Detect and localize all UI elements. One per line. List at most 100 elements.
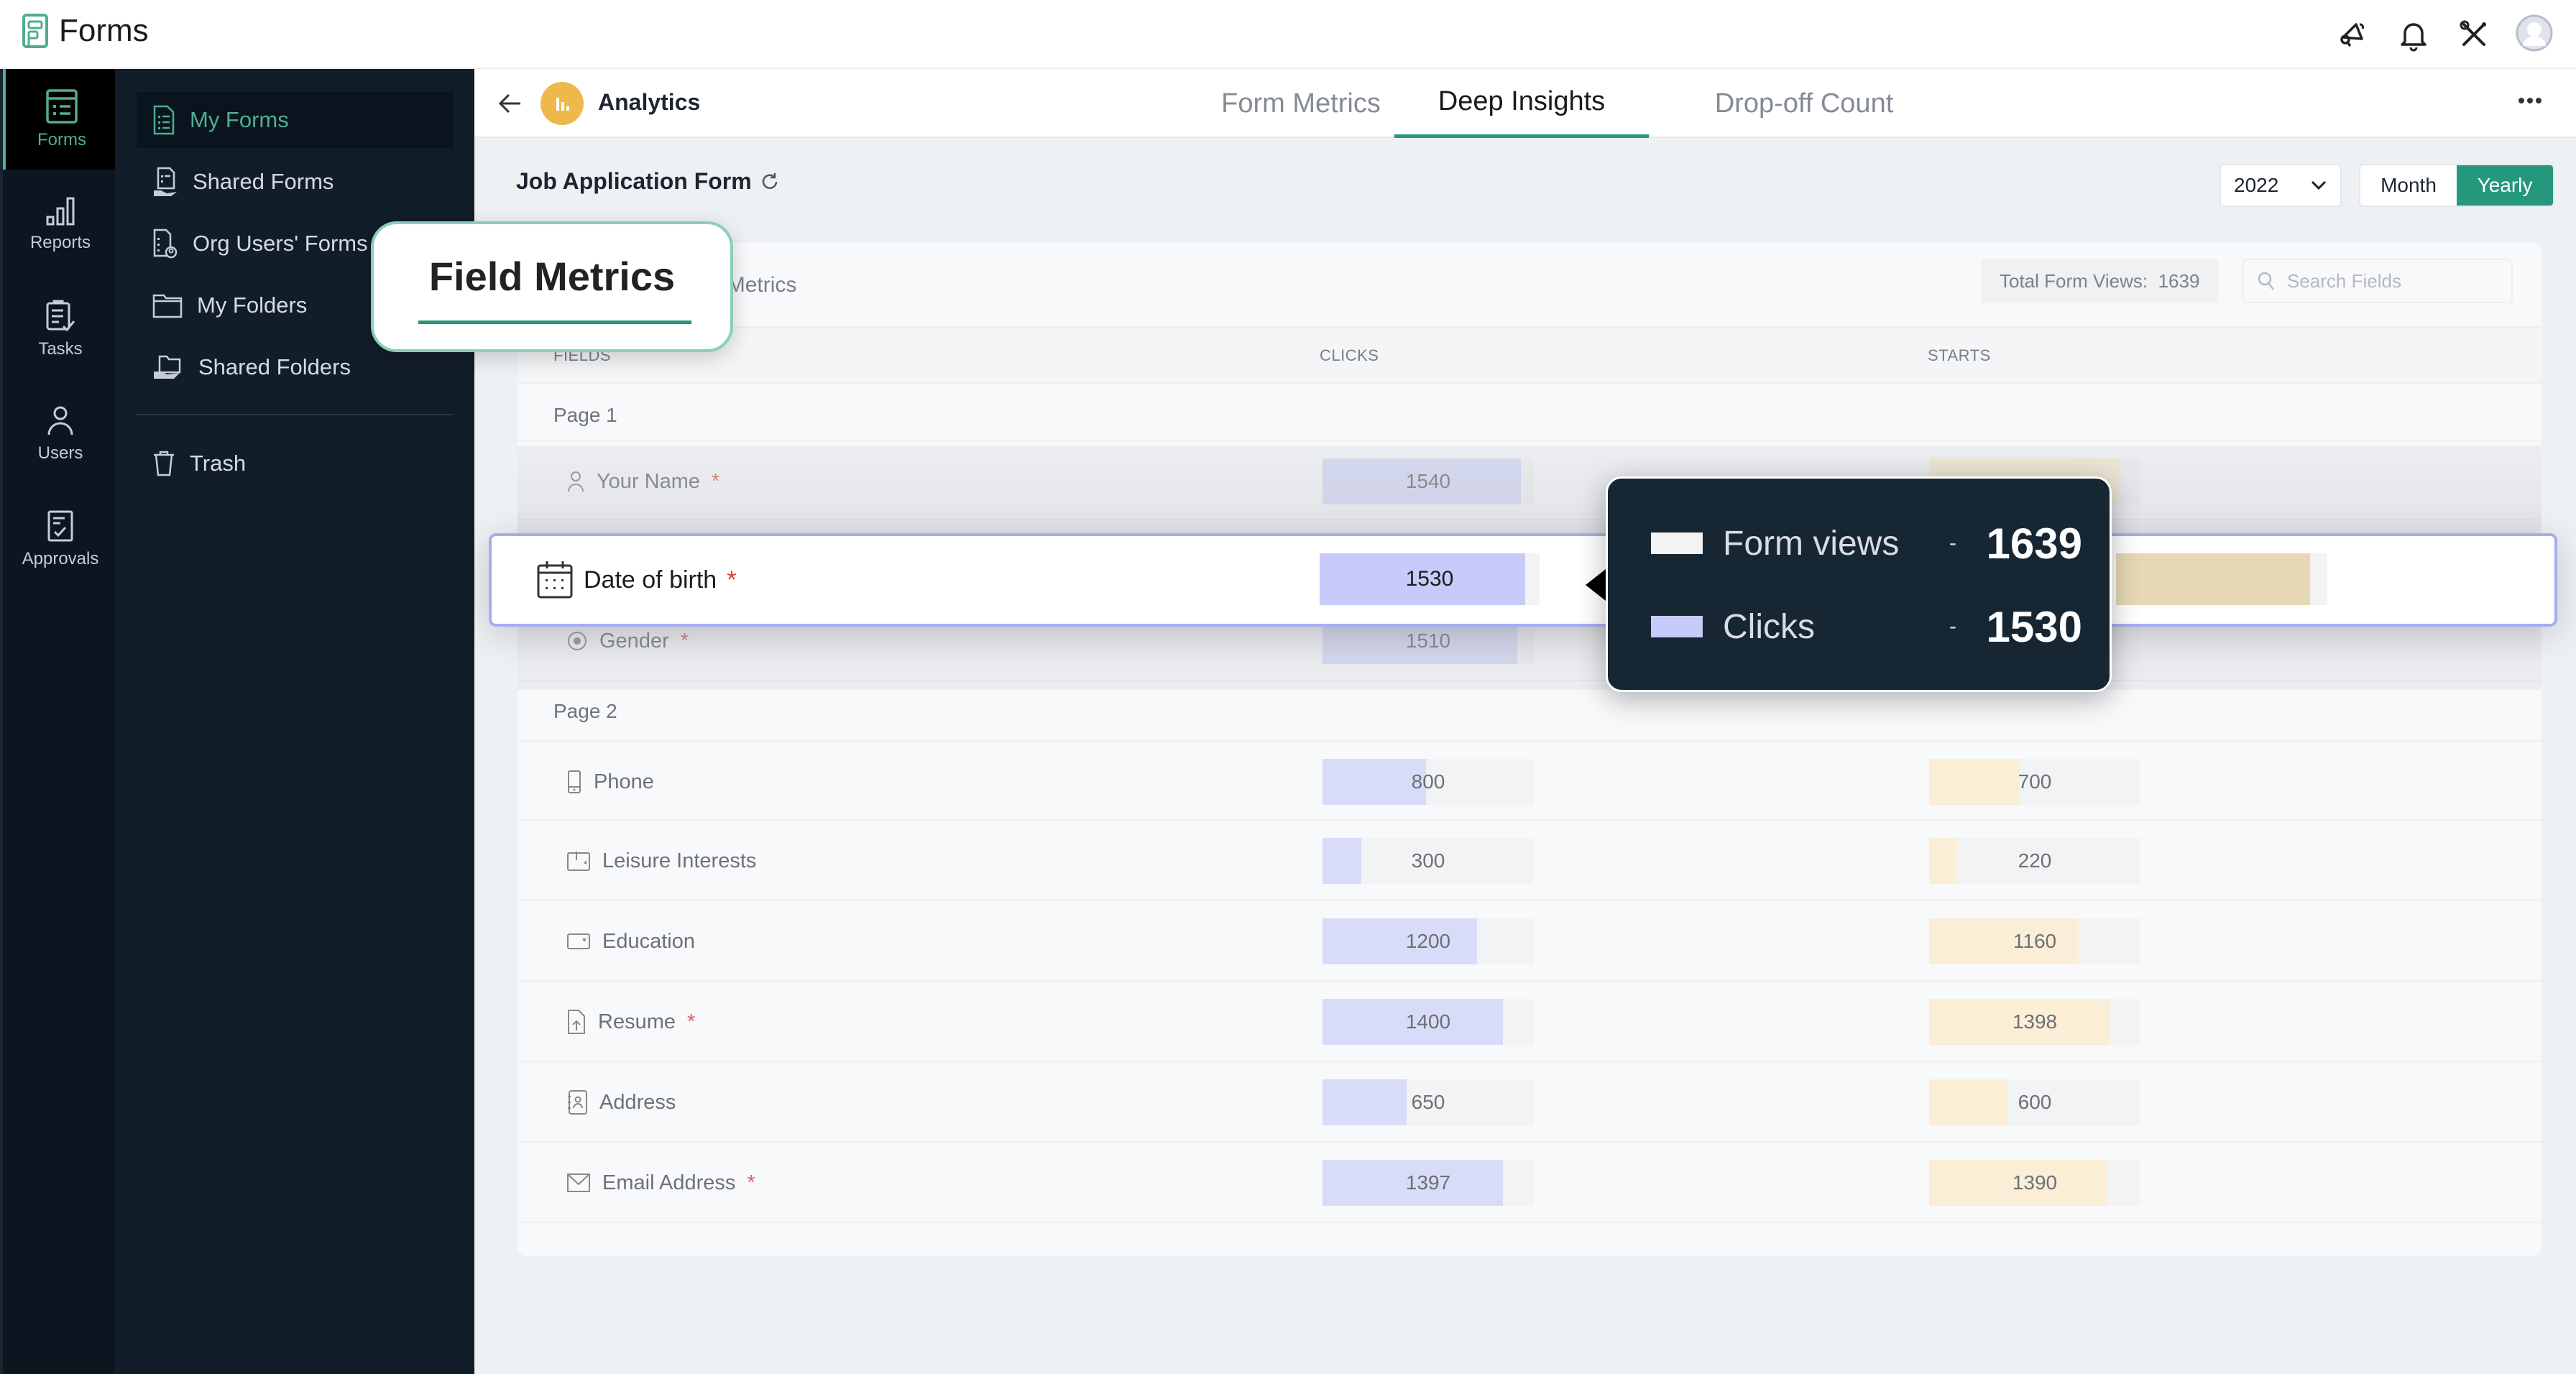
rail-label: Forms <box>37 130 86 149</box>
year-value: 2022 <box>2234 174 2279 196</box>
sidebar-item-label: Org Users' Forms <box>193 231 368 256</box>
phone-icon <box>566 770 582 794</box>
tooltip-value: 1530 <box>1986 602 2082 651</box>
clicks-value: 1397 <box>1405 1171 1451 1194</box>
rail-item-reports[interactable]: Reports <box>3 174 118 275</box>
rail-item-tasks[interactable]: Tasks <box>3 279 118 379</box>
legend-swatch <box>1651 616 1703 637</box>
starts-bar: 1160 <box>1929 918 2140 964</box>
table-row[interactable]: Phone 800 700 <box>518 740 2542 821</box>
app-name: Forms <box>59 13 149 48</box>
tab-deep-insights[interactable]: Deep Insights <box>1394 69 1649 138</box>
announcement-icon[interactable] <box>2336 17 2370 52</box>
search-fields-input[interactable]: Search Fields <box>2242 259 2513 303</box>
trash-icon <box>152 449 175 478</box>
tools-icon[interactable] <box>2457 17 2491 52</box>
shared-forms-icon <box>152 166 178 198</box>
starts-value: 1160 <box>2012 930 2057 952</box>
clicks-bar: 1530 <box>1320 553 1540 605</box>
metrics-tooltip: Form views - 1639 Clicks - 1530 <box>1606 476 2112 692</box>
total-form-views: Total Form Views: 1639 <box>1981 259 2219 303</box>
analytics-header: Analytics Form Metrics Deep Insights Dro… <box>474 69 2576 138</box>
sidebar-item-trash[interactable]: Trash <box>137 435 453 492</box>
rail-label: Reports <box>29 233 91 252</box>
period-yearly-button[interactable]: Yearly <box>2457 165 2553 206</box>
field-name: Email Address <box>602 1171 736 1194</box>
dropdown-field-icon <box>566 933 591 950</box>
required-mark: * <box>747 1171 755 1194</box>
rail-item-users[interactable]: Users <box>3 384 118 484</box>
calendar-icon <box>536 560 574 600</box>
brand[interactable]: Forms <box>22 13 149 49</box>
highlighted-field-row[interactable]: Date of birth * 1530 <box>489 533 2557 627</box>
back-arrow-icon[interactable] <box>496 89 525 118</box>
address-icon <box>566 1089 588 1115</box>
top-header: Forms <box>0 0 2576 69</box>
notification-bell-icon[interactable] <box>2396 17 2431 52</box>
search-placeholder: Search Fields <box>2287 269 2401 292</box>
field-metrics-card: ge Metrics Total Form Views: 1639 Search… <box>518 243 2542 1256</box>
table-row[interactable]: Resume * 1400 1398 <box>518 982 2542 1062</box>
clicks-value: 1400 <box>1405 1010 1451 1033</box>
clicks-value: 1200 <box>1405 930 1451 952</box>
table-row[interactable]: Email Address * 1397 1390 <box>518 1143 2542 1223</box>
field-metrics-callout[interactable]: Field Metrics <box>371 221 733 352</box>
forms-icon <box>45 88 78 124</box>
field-name: Phone <box>594 770 654 793</box>
file-upload-icon <box>566 1009 586 1035</box>
tasks-icon <box>45 299 76 333</box>
page-label: Page 2 <box>553 700 617 722</box>
column-header-starts[interactable]: STARTS <box>1928 346 1991 365</box>
field-name: Leisure Interests <box>602 849 757 872</box>
sidebar-item-label: Trash <box>190 451 247 476</box>
table-row[interactable]: Leisure Interests 300 220 <box>518 821 2542 901</box>
more-options-icon[interactable] <box>2517 95 2543 106</box>
sidebar-item-my-forms[interactable]: My Forms <box>137 92 453 148</box>
period-month-button[interactable]: Month <box>2360 165 2457 206</box>
refresh-icon[interactable] <box>759 171 781 193</box>
folder-icon <box>152 292 183 318</box>
table-row[interactable]: Education 1200 1160 <box>518 901 2542 982</box>
column-header-clicks[interactable]: CLICKS <box>1320 346 1379 365</box>
form-title: Job Application Form <box>516 168 781 195</box>
clicks-bar: 1397 <box>1322 1160 1534 1206</box>
clicks-bar: 650 <box>1322 1079 1534 1125</box>
clicks-bar: 1200 <box>1322 918 1534 964</box>
sidebar-item-label: My Folders <box>197 292 308 318</box>
starts-bar: 220 <box>1929 838 2140 884</box>
starts-bar: 700 <box>1929 759 2140 805</box>
tab-form-metrics[interactable]: Form Metrics <box>1172 69 1430 138</box>
my-forms-icon <box>152 104 175 136</box>
clicks-bar: 300 <box>1322 838 1534 884</box>
tooltip-pointer <box>1586 569 1606 601</box>
tooltip-value: 1639 <box>1986 519 2082 568</box>
rail-item-forms[interactable]: Forms <box>3 69 118 170</box>
table-header: FIELDS CLICKS STARTS <box>518 326 2542 384</box>
user-avatar[interactable] <box>2516 14 2553 52</box>
rail-label: Users <box>37 443 83 463</box>
analytics-icon <box>540 82 584 125</box>
required-mark: * <box>712 469 720 493</box>
tooltip-separator: - <box>1949 614 1956 638</box>
users-icon <box>45 405 76 438</box>
rail-item-approvals[interactable]: Approvals <box>3 489 118 589</box>
field-name: Resume <box>598 1010 676 1033</box>
sidebar-item-shared-forms[interactable]: Shared Forms <box>137 154 453 210</box>
table-row[interactable]: Address 650 600 <box>518 1062 2542 1143</box>
starts-bar: 600 <box>1929 1079 2140 1125</box>
approvals-icon <box>46 509 75 543</box>
legend-swatch <box>1651 532 1703 554</box>
year-select[interactable]: 2022 <box>2220 164 2342 207</box>
starts-bar-fill <box>2116 553 2311 605</box>
clicks-value: 1530 <box>1405 567 1454 591</box>
tooltip-label: Clicks <box>1723 607 1815 646</box>
clicks-bar: 1400 <box>1322 999 1534 1045</box>
clicks-value: 300 <box>1411 849 1445 872</box>
required-mark: * <box>727 566 737 594</box>
tab-drop-off-count[interactable]: Drop-off Count <box>1668 69 1941 138</box>
sidebar-item-label: My Forms <box>190 107 289 132</box>
field-name: Education <box>602 929 695 953</box>
section-title: Analytics <box>598 89 701 115</box>
sidebar-item-label: Shared Forms <box>193 169 334 194</box>
table-row[interactable]: Your Name * 1540 <box>518 440 2542 520</box>
